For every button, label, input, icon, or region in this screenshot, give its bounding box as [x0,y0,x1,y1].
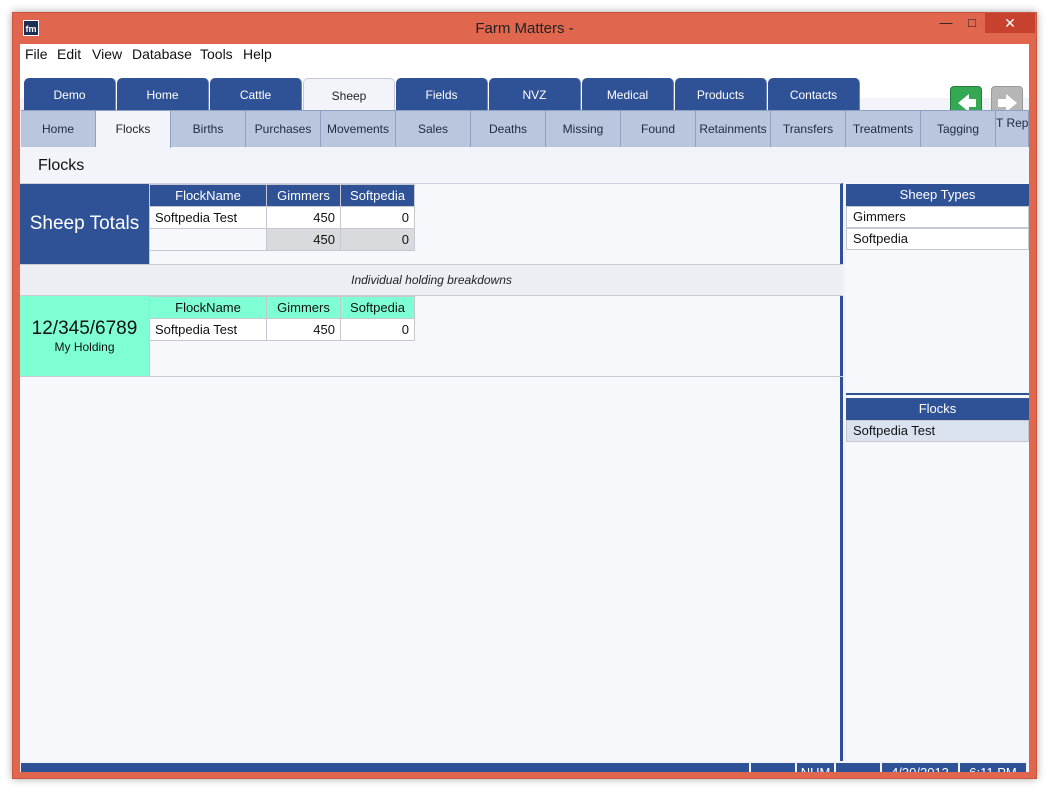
sheep-type-item[interactable]: Gimmers [846,206,1029,228]
menu-bar: File Edit View Database Tools Help [20,44,1029,64]
tab-nvz[interactable]: NVZ [489,78,581,112]
tab-contacts[interactable]: Contacts [768,78,860,112]
gimmers-sum-cell: 450 [266,228,341,251]
sheep-type-item[interactable]: Softpedia [846,228,1029,250]
flocks-header: Flocks [846,398,1029,420]
flock-name-cell[interactable]: Softpedia Test [149,206,267,229]
subtab-tagging[interactable]: Tagging [921,110,996,147]
holding-table: FlockName Gimmers Softpedia Softpedia Te… [149,296,415,341]
tab-home[interactable]: Home [117,78,209,112]
status-caps [751,763,795,772]
subtab-movements[interactable]: Movements [321,110,396,147]
table-row[interactable]: Softpedia Test 450 0 [149,318,415,341]
status-num: NUM [797,763,834,772]
tab-cattle[interactable]: Cattle [210,78,302,112]
gimmers-cell[interactable]: 450 [266,206,341,229]
sum-row: 450 0 [149,228,415,251]
subtab-retainments[interactable]: Retainments [696,110,771,147]
status-bar: NUM 4/30/2013 6:11 PM [20,761,1029,772]
client-area: File Edit View Database Tools Help Demo … [20,44,1029,772]
softpedia-cell[interactable]: 0 [340,206,415,229]
subtab-treatments[interactable]: Treatments [846,110,921,147]
table-row[interactable]: Softpedia Test 450 0 [149,206,415,229]
status-date: 4/30/2013 [882,763,958,772]
totals-table: FlockName Gimmers Softpedia Softpedia Te… [149,184,415,251]
flock-item[interactable]: Softpedia Test [846,420,1029,442]
tab-fields[interactable]: Fields [396,78,488,112]
window-title: Farm Matters - [475,20,574,37]
status-scroll [836,763,880,772]
tab-medical[interactable]: Medical [582,78,674,112]
subtab-reports[interactable]: T Rep [996,110,1029,147]
menu-database[interactable]: Database [132,46,192,62]
menu-edit[interactable]: Edit [57,46,81,62]
page-title: Flocks [38,157,85,174]
subtab-transfers[interactable]: Transfers [771,110,846,147]
flock-name-cell[interactable]: Softpedia Test [149,318,267,341]
column-header[interactable]: Gimmers [266,296,341,319]
app-window: fm Farm Matters - — □ ✕ File Edit View D… [12,12,1037,779]
status-message [21,763,749,772]
subtab-missing[interactable]: Missing [546,110,621,147]
subtab-births[interactable]: Births [171,110,246,147]
subtab-flocks[interactable]: Flocks [96,110,171,148]
softpedia-cell[interactable]: 0 [340,318,415,341]
tab-demo[interactable]: Demo [24,78,116,112]
status-time: 6:11 PM [960,763,1026,772]
menu-help[interactable]: Help [243,46,272,62]
sheep-totals-label: Sheep Totals [20,184,149,264]
tab-sheep[interactable]: Sheep [303,78,395,112]
menu-tools[interactable]: Tools [200,46,233,62]
sheep-types-header: Sheep Types [846,184,1029,206]
sum-label-cell [149,228,267,251]
main-tab-strip: Demo Home Cattle Sheep Fields NVZ Medica… [20,64,1029,118]
subtab-home[interactable]: Home [21,110,96,147]
gimmers-cell[interactable]: 450 [266,318,341,341]
column-header[interactable]: Gimmers [266,184,341,207]
subtab-purchases[interactable]: Purchases [246,110,321,147]
subtab-deaths[interactable]: Deaths [471,110,546,147]
tab-products[interactable]: Products [675,78,767,112]
holding-breakdowns-label: Individual holding breakdowns [20,264,843,296]
right-panel: Sheep Types Gimmers Softpedia Flocks Sof… [846,183,1029,761]
menu-file[interactable]: File [25,46,48,62]
holding-number: 12/345/6789 [31,318,138,339]
title-bar[interactable]: fm Farm Matters - — □ ✕ [13,13,1036,44]
holding-name: My Holding [54,340,115,354]
menu-view[interactable]: View [92,46,122,62]
sub-tab-strip: Home Flocks Births Purchases Movements S… [21,110,1029,148]
column-header[interactable]: Softpedia [340,184,415,207]
column-header[interactable]: Softpedia [340,296,415,319]
close-button[interactable]: ✕ [985,13,1035,33]
column-header[interactable]: FlockName [149,296,267,319]
softpedia-sum-cell: 0 [340,228,415,251]
subtab-sales[interactable]: Sales [396,110,471,147]
maximize-button[interactable]: □ [957,13,987,33]
column-header[interactable]: FlockName [149,184,267,207]
subtab-found[interactable]: Found [621,110,696,147]
flocks-content: Sheep Totals FlockName Gimmers Softpedia… [20,183,843,761]
holding-card[interactable]: 12/345/6789 My Holding [20,296,149,376]
